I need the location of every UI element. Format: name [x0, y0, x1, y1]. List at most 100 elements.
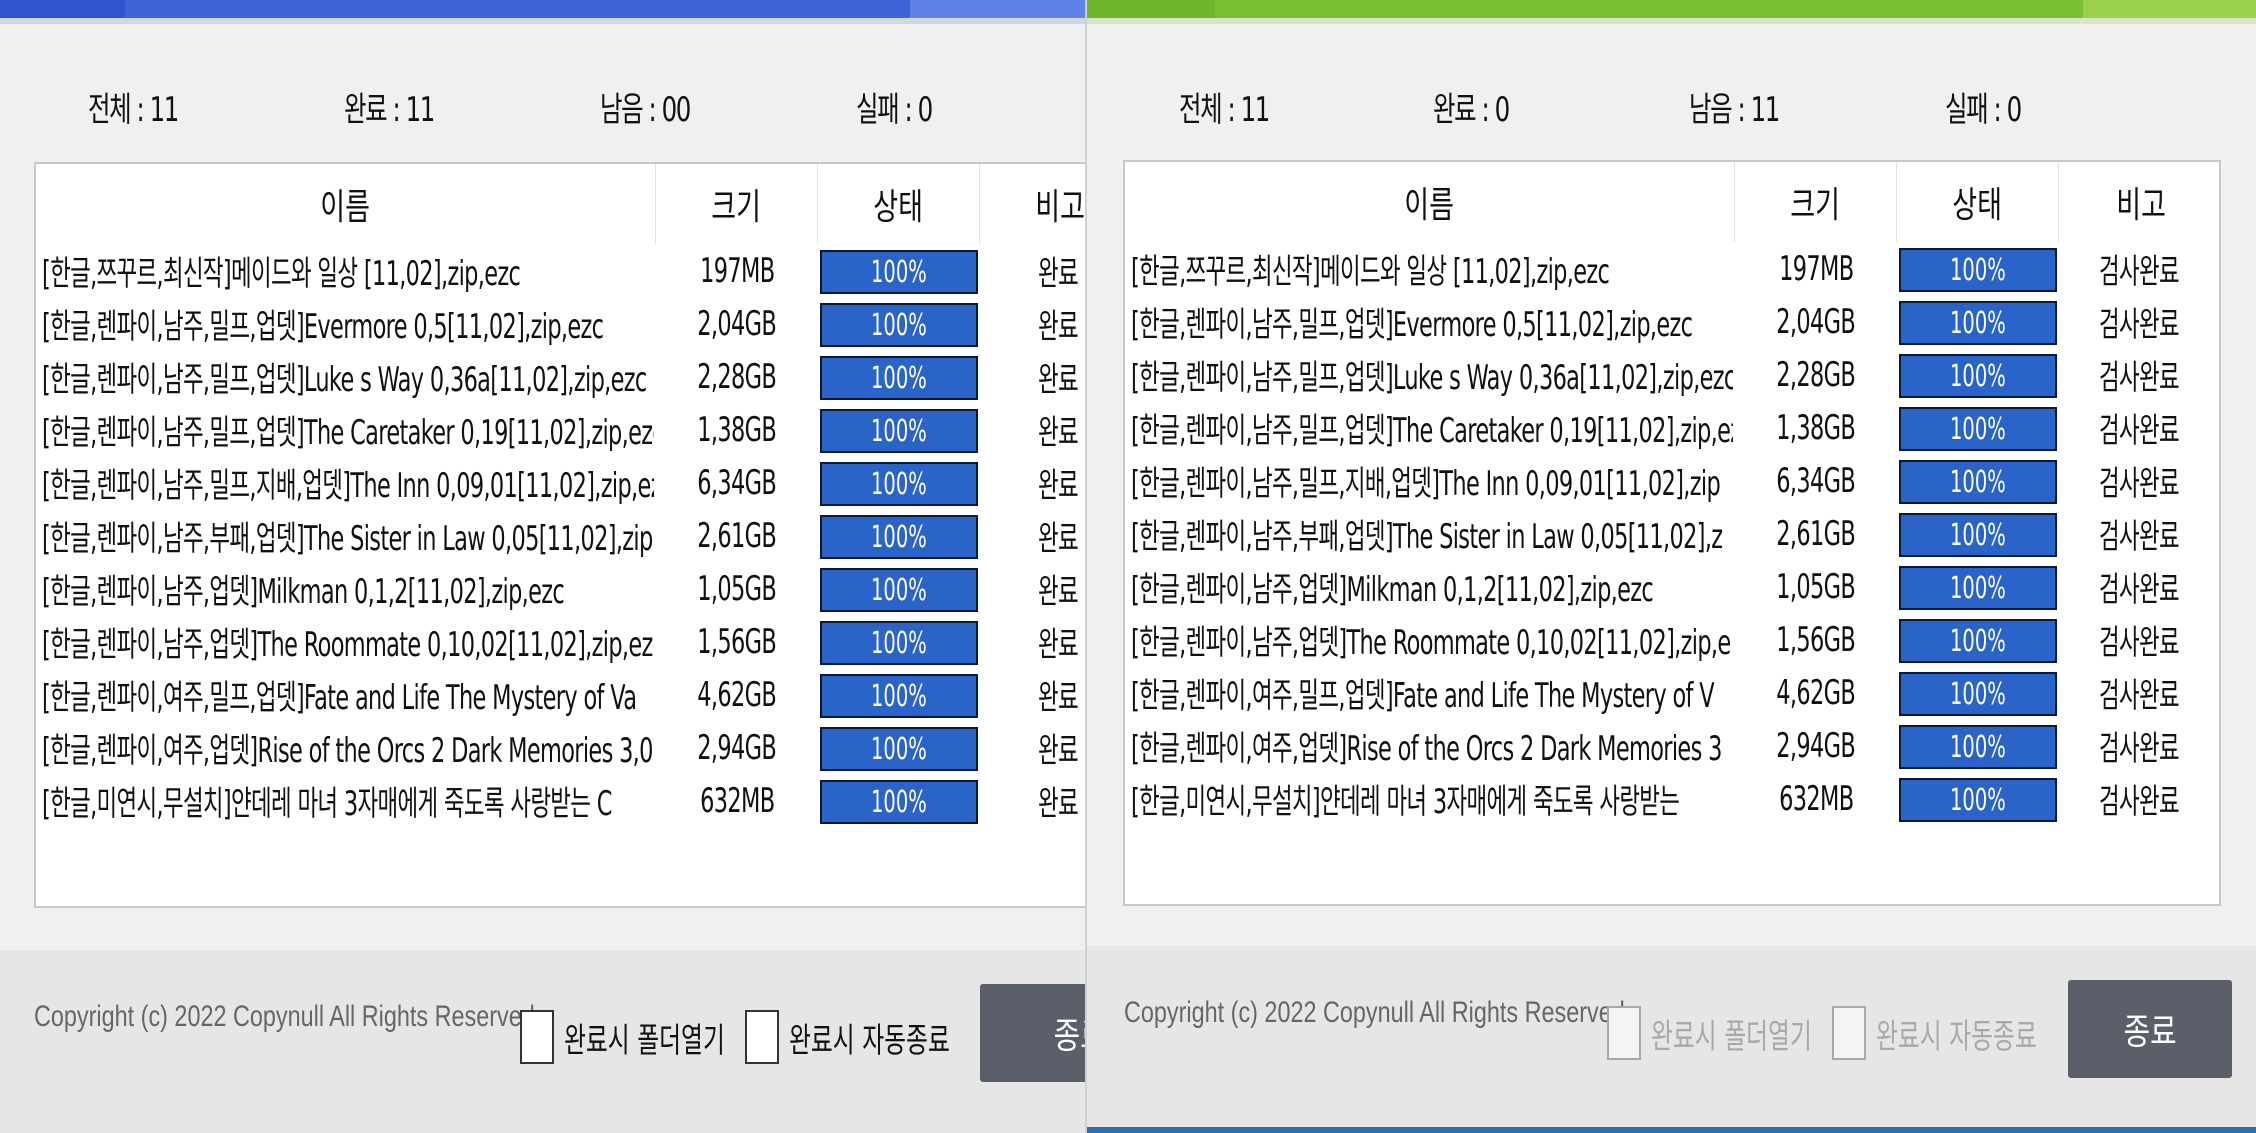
file-size: 1,56GB — [697, 621, 777, 662]
row-name-cell: [한글,렌파이,남주,밀프,업뎃]Evermore 0,5[11,02],zip… — [42, 297, 654, 350]
table-row[interactable]: [한글,렌파이,여주,업뎃]Rise of the Orcs 2 Dark Me… — [36, 721, 1085, 774]
table-row[interactable]: [한글,렌파이,여주,업뎃]Rise of the Orcs 2 Dark Me… — [1125, 719, 2219, 772]
list-header: 이름 크기 상태 비고 — [1125, 162, 2219, 242]
file-name: [한글,렌파이,남주,업뎃]The Roommate 0,10,02[11,02… — [1131, 623, 1731, 663]
column-status[interactable]: 상태 — [1897, 162, 2059, 242]
row-name-cell: [한글,렌파이,여주,밀프,업뎃]Fate and Life The Myste… — [1131, 666, 1733, 719]
status-note: 완료 — [1038, 519, 1079, 559]
file-size: 632MB — [699, 780, 775, 821]
table-row[interactable]: [한글,렌파이,남주,업뎃]Milkman 0,1,2[11,02],zip,e… — [1125, 560, 2219, 613]
file-size: 1,38GB — [697, 409, 777, 450]
row-note-cell: 검사완료 — [2099, 507, 2219, 560]
row-name-cell: [한글,렌파이,남주,밀프,업뎃]Luke s Way 0,36a[11,02]… — [1131, 348, 1733, 401]
column-size[interactable]: 크기 — [1735, 162, 1897, 242]
status-progress-bar: 100% — [820, 780, 978, 824]
table-row[interactable]: [한글,렌파이,남주,밀프,지배,업뎃]The Inn 0,09,01[11,0… — [36, 456, 1085, 509]
file-size: 632MB — [1778, 778, 1854, 819]
exit-button[interactable]: 종료 — [2068, 980, 2232, 1078]
table-row[interactable]: [한글,렌파이,여주,밀프,업뎃]Fate and Life The Myste… — [36, 668, 1085, 721]
status-progress-bar: 100% — [1899, 672, 2057, 716]
table-row[interactable]: [한글,렌파이,남주,밀프,지배,업뎃]The Inn 0,09,01[11,0… — [1125, 454, 2219, 507]
column-size[interactable]: 크기 — [656, 164, 818, 244]
table-row[interactable]: [한글,미연시,무설치]얀데레 마녀 3자매에게 죽도록 사랑받는 632MB 10… — [1125, 772, 2219, 825]
file-size: 1,05GB — [697, 568, 777, 609]
progress-label: 100% — [1950, 782, 2006, 818]
file-size: 2,28GB — [697, 356, 777, 397]
progress-label: 100% — [871, 572, 927, 608]
stat-remaining: 남음 : 11 — [1689, 90, 1780, 130]
progress-label: 100% — [871, 678, 927, 714]
file-list[interactable]: 이름 크기 상태 비고 [한글,쯔꾸르,최신작]메이드와 일상 [11,02],… — [1123, 160, 2221, 906]
file-size: 4,62GB — [697, 674, 777, 715]
row-name-cell: [한글,렌파이,남주,밀프,업뎃]The Caretaker 0,19[11,0… — [1131, 401, 1733, 454]
row-size-cell: 1,38GB — [656, 403, 818, 456]
app-window-right: 전체 : 11 완료 : 0 남음 : 11 실패 : 0 이름 크기 상태 비… — [1085, 0, 2256, 1133]
column-status[interactable]: 상태 — [818, 164, 980, 244]
row-size-cell: 632MB — [1735, 772, 1897, 825]
file-size: 2,61GB — [1776, 513, 1856, 554]
status-note: 검사완료 — [2099, 623, 2180, 663]
auto-exit-checkbox[interactable]: 완료시 자동종료 — [1832, 1006, 2106, 1060]
table-row[interactable]: [한글,렌파이,남주,부패,업뎃]The Sister in Law 0,05[… — [1125, 507, 2219, 560]
status-note: 완료 — [1038, 572, 1079, 612]
file-size: 197MB — [699, 250, 775, 291]
row-note-cell: 검사완료 — [2099, 560, 2219, 613]
file-list[interactable]: 이름 크기 상태 비고 [한글,쯔꾸르,최신작]메이드와 일상 [11,02],… — [34, 162, 1085, 908]
checkbox-box[interactable] — [1832, 1006, 1866, 1060]
row-size-cell: 6,34GB — [656, 456, 818, 509]
progress-label: 100% — [871, 307, 927, 343]
table-row[interactable]: [한글,쯔꾸르,최신작]메이드와 일상 [11,02],zip,ezc 197MB… — [36, 244, 1085, 297]
status-note: 검사완료 — [2099, 464, 2180, 504]
table-row[interactable]: [한글,렌파이,남주,밀프,업뎃]Luke s Way 0,36a[11,02]… — [36, 350, 1085, 403]
table-row[interactable]: [한글,렌파이,남주,업뎃]The Roommate 0,10,02[11,02… — [36, 615, 1085, 668]
checkbox-box[interactable] — [520, 1010, 554, 1064]
status-note: 검사완료 — [2099, 305, 2180, 345]
row-note-cell: 검사완료 — [2099, 719, 2219, 772]
row-size-cell: 197MB — [1735, 242, 1897, 295]
table-row[interactable]: [한글,렌파이,남주,업뎃]The Roommate 0,10,02[11,02… — [1125, 613, 2219, 666]
table-row[interactable]: [한글,렌파이,남주,밀프,업뎃]Evermore 0,5[11,02],zip… — [1125, 295, 2219, 348]
column-note[interactable]: 비고 — [980, 164, 1085, 244]
auto-exit-checkbox[interactable]: 완료시 자동종료 — [745, 1010, 1019, 1064]
table-row[interactable]: [한글,미연시,무설치]얀데레 마녀 3자매에게 죽도록 사랑받는 C 632MB… — [36, 774, 1085, 827]
row-name-cell: [한글,렌파이,남주,밀프,업뎃]The Caretaker 0,19[11,0… — [42, 403, 654, 456]
table-row[interactable]: [한글,렌파이,남주,밀프,업뎃]Evermore 0,5[11,02],zip… — [36, 297, 1085, 350]
progress-label: 100% — [871, 254, 927, 290]
status-note: 검사완료 — [2099, 570, 2180, 610]
row-size-cell: 6,34GB — [1735, 454, 1897, 507]
table-row[interactable]: [한글,렌파이,남주,밀프,업뎃]The Caretaker 0,19[11,0… — [36, 403, 1085, 456]
status-progress-bar: 100% — [1899, 778, 2057, 822]
row-note-cell: 완료 — [1038, 297, 1085, 350]
column-name[interactable]: 이름 — [1125, 162, 1735, 242]
row-note-cell: 완료 — [1038, 562, 1085, 615]
status-note: 완료 — [1038, 784, 1079, 824]
stat-remaining: 남음 : 00 — [600, 90, 691, 130]
status-progress-bar: 100% — [820, 303, 978, 347]
file-size: 6,34GB — [697, 462, 777, 503]
footer: Copyright (c) 2022 Copynull All Rights R… — [1087, 946, 2256, 1129]
file-name: [한글,렌파이,남주,밀프,업뎃]Evermore 0,5[11,02],zip… — [1131, 305, 1693, 345]
status-note: 완료 — [1038, 307, 1079, 347]
column-name[interactable]: 이름 — [36, 164, 656, 244]
status-note: 검사완료 — [2099, 252, 2180, 292]
file-name: [한글,미연시,무설치]얀데레 마녀 3자매에게 죽도록 사랑받는 C — [42, 784, 612, 824]
column-note[interactable]: 비고 — [2059, 162, 2219, 242]
row-name-cell: [한글,미연시,무설치]얀데레 마녀 3자매에게 죽도록 사랑받는 C — [42, 774, 654, 827]
row-name-cell: [한글,렌파이,남주,밀프,지배,업뎃]The Inn 0,09,01[11,0… — [1131, 454, 1733, 507]
file-name: [한글,쯔꾸르,최신작]메이드와 일상 [11,02],zip,ezc — [42, 254, 521, 294]
status-progress-bar: 100% — [820, 568, 978, 612]
table-row[interactable]: [한글,렌파이,남주,업뎃]Milkman 0,1,2[11,02],zip,e… — [36, 562, 1085, 615]
row-note-cell: 검사완료 — [2099, 242, 2219, 295]
row-note-cell: 검사완료 — [2099, 454, 2219, 507]
table-row[interactable]: [한글,렌파이,남주,밀프,업뎃]Luke s Way 0,36a[11,02]… — [1125, 348, 2219, 401]
checkbox-box[interactable] — [745, 1010, 779, 1064]
checkbox-box[interactable] — [1607, 1006, 1641, 1060]
exit-button[interactable]: 종료 — [980, 984, 1085, 1082]
table-row[interactable]: [한글,렌파이,여주,밀프,업뎃]Fate and Life The Myste… — [1125, 666, 2219, 719]
table-row[interactable]: [한글,렌파이,남주,밀프,업뎃]The Caretaker 0,19[11,0… — [1125, 401, 2219, 454]
table-row[interactable]: [한글,렌파이,남주,부패,업뎃]The Sister in Law 0,05[… — [36, 509, 1085, 562]
row-name-cell: [한글,렌파이,여주,업뎃]Rise of the Orcs 2 Dark Me… — [1131, 719, 1733, 772]
file-size: 2,94GB — [1776, 725, 1856, 766]
status-note: 검사완료 — [2099, 358, 2180, 398]
table-row[interactable]: [한글,쯔꾸르,최신작]메이드와 일상 [11,02],zip,ezc 197MB… — [1125, 242, 2219, 295]
